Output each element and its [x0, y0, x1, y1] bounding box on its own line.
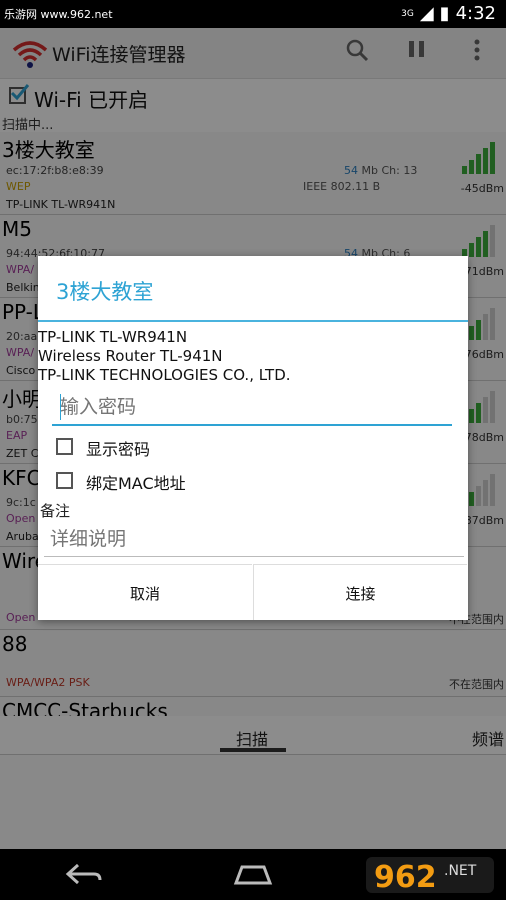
status-bar: 乐游网 www.962.net 3G ◢ ▮ 4:32 — [0, 0, 506, 28]
status-icons: 3G ◢ ▮ 4:32 — [401, 3, 496, 24]
bind-mac-label: 绑定MAC地址 — [86, 474, 186, 493]
svg-text:.NET: .NET — [444, 863, 477, 879]
note-label: 备注 — [40, 502, 71, 520]
dialog-info-line: Wireless Router TL-941N — [38, 347, 223, 365]
watermark-logo-icon: 962 .NET — [360, 853, 500, 903]
back-icon[interactable] — [64, 861, 104, 893]
watermark-text: 乐游网 www.962.net — [4, 8, 113, 21]
connect-dialog: 3楼大教室 TP-LINK TL-WR941N Wireless Router … — [38, 256, 472, 620]
dialog-divider — [38, 320, 468, 322]
svg-text:962: 962 — [374, 860, 437, 895]
dialog-title: 3楼大教室 — [56, 280, 154, 304]
navigation-bar: 962 .NET — [0, 849, 506, 900]
home-icon[interactable] — [232, 861, 274, 893]
clock: 4:32 — [455, 3, 496, 24]
network-type: 3G — [401, 8, 414, 19]
bind-mac-checkbox[interactable] — [56, 472, 73, 489]
text-cursor — [60, 394, 61, 420]
password-input[interactable] — [52, 390, 462, 424]
show-password-label: 显示密码 — [86, 440, 151, 459]
show-password-checkbox[interactable] — [56, 438, 73, 455]
note-field-container — [44, 522, 472, 557]
note-input[interactable] — [44, 522, 472, 556]
connect-button[interactable]: 连接 — [253, 564, 467, 620]
cancel-button[interactable]: 取消 — [38, 564, 252, 620]
dialog-info-line: TP-LINK TL-WR941N — [38, 328, 188, 346]
signal-icon: ◢ — [419, 3, 434, 24]
battery-icon: ▮ — [439, 3, 450, 24]
password-field-container — [52, 390, 462, 426]
dialog-info-line: TP-LINK TECHNOLOGIES CO., LTD. — [38, 366, 291, 384]
